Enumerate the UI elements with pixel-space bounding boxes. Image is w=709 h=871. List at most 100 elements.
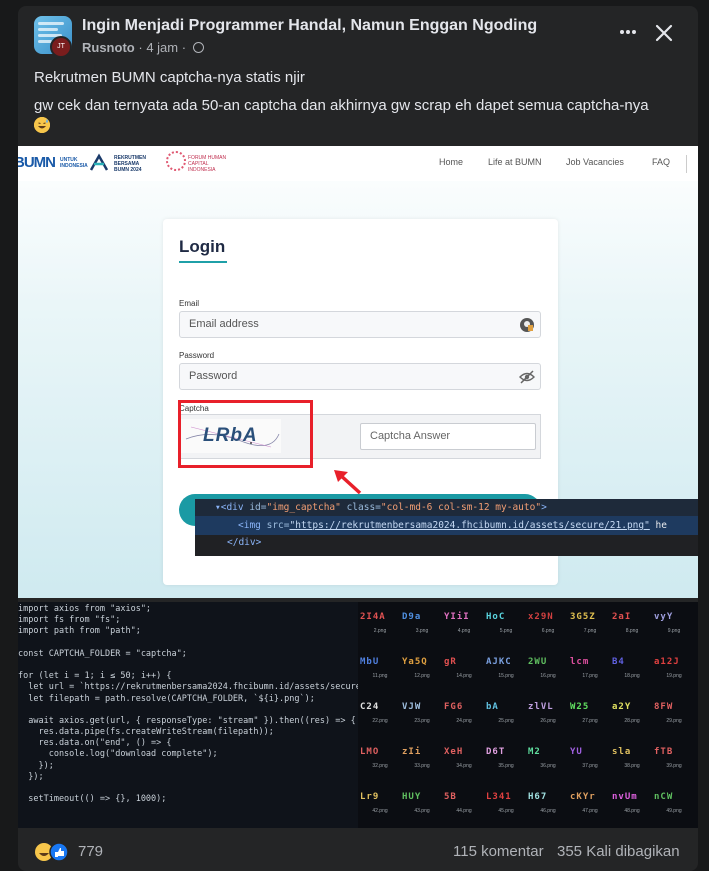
captcha-thumbnail[interactable]: VJW 23.png [402, 694, 444, 739]
code-line: import axios from "axios"; [18, 604, 152, 614]
devtools-inspector: ▾<div id="img_captcha" class="col-md-6 c… [195, 499, 698, 556]
captcha-thumbnail[interactable]: vyY 9.png [654, 604, 696, 649]
captcha-thumbnail[interactable]: C24 22.png [360, 694, 402, 739]
reaction-count[interactable]: 779 [78, 843, 103, 860]
dt-src-link[interactable]: "https://rekrutmenbersama2024.fhcibumn.i… [290, 520, 650, 531]
captcha-thumbnail[interactable]: XeH 34.png [444, 739, 486, 784]
email-field[interactable]: Email address [179, 311, 541, 338]
captcha-thumbnail[interactable]: a12J 19.png [654, 649, 696, 694]
captcha-thumbnail[interactable]: D9a 3.png [402, 604, 444, 649]
captcha-thumbnail-text: 3G5Z [570, 612, 596, 622]
captcha-thumbnail[interactable]: x29N 6.png [528, 604, 570, 649]
captcha-thumbnail[interactable]: bA 25.png [486, 694, 528, 739]
bumn-logo-sub: UNTUK INDONESIA [60, 157, 88, 169]
eye-slash-icon[interactable] [519, 369, 535, 385]
nav-life-at-bumn[interactable]: Life at BUMN [488, 157, 542, 167]
captcha-thumbnail[interactable]: W25 27.png [570, 694, 612, 739]
captcha-thumbnail-text: sla [612, 747, 632, 757]
captcha-thumbnail[interactable]: AJKC 15.png [486, 649, 528, 694]
devtools-line1: ▾<div id="img_captcha" class="col-md-6 c… [195, 499, 698, 516]
captcha-thumbnail[interactable]: fTB 39.png [654, 739, 696, 784]
captcha-answer-input[interactable]: Captcha Answer [360, 423, 536, 450]
captcha-thumbnail[interactable]: B4 18.png [612, 649, 654, 694]
group-name[interactable]: Ingin Menjadi Programmer Handal, Namun E… [82, 17, 537, 35]
password-field[interactable]: Password [179, 363, 541, 390]
captcha-filename: 26.png [540, 718, 556, 724]
captcha-filename: 2.png [373, 628, 387, 634]
nav-faq[interactable]: FAQ [652, 157, 670, 167]
captcha-thumbnail[interactable]: D6T 35.png [486, 739, 528, 784]
captcha-thumbnail[interactable]: 8FW 29.png [654, 694, 696, 739]
captcha-thumbnail[interactable]: 2aI 8.png [612, 604, 654, 649]
captcha-thumbnail-text: 2I4A [360, 612, 386, 622]
captcha-thumbnail[interactable]: Ya5Q 12.png [402, 649, 444, 694]
close-icon[interactable] [654, 23, 674, 43]
devtools-line3: </div> [195, 535, 698, 551]
captcha-thumbnail-text: C24 [360, 702, 380, 712]
author-avatar[interactable]: JT [50, 36, 72, 58]
captcha-thumbnail-text: a2Y [612, 702, 632, 712]
captcha-thumbnail-text: YIiI [444, 612, 470, 622]
captcha-filename: 6.png [541, 628, 555, 634]
captcha-thumbnail[interactable]: 5B 44.png [444, 784, 486, 828]
captcha-filename: 23.png [414, 718, 430, 724]
captcha-thumbnail[interactable]: 2I4A 2.png [360, 604, 402, 649]
reactions-icons[interactable] [34, 842, 72, 862]
captcha-thumbnail[interactable]: Lr9 42.png [360, 784, 402, 828]
captcha-filename: 43.png [414, 808, 430, 814]
dt-img-open: <img [238, 520, 267, 531]
email-label: Email [179, 299, 200, 308]
nav-home[interactable]: Home [439, 157, 463, 167]
author-name[interactable]: Rusnoto [82, 40, 135, 55]
captcha-thumbnail[interactable]: YIiI 4.png [444, 604, 486, 649]
captcha-filename: 14.png [456, 673, 472, 679]
meta-separator: · [138, 40, 143, 55]
captcha-thumbnail[interactable]: 3G5Z 7.png [570, 604, 612, 649]
captcha-thumbnail-text: L341 [486, 792, 512, 802]
dt-val-id: "img_captcha" [266, 502, 341, 513]
comments-count[interactable]: 115 komentar [453, 843, 544, 860]
captcha-thumbnail[interactable]: a2Y 28.png [612, 694, 654, 739]
nav-job-vacancies[interactable]: Job Vacancies [566, 157, 624, 167]
rekrutmen-logo-icon [89, 153, 109, 171]
captcha-filename: 19.png [666, 673, 682, 679]
more-options-icon[interactable] [618, 22, 638, 42]
captcha-filename: 46.png [540, 808, 556, 814]
captcha-thumbnail[interactable]: MbU 11.png [360, 649, 402, 694]
captcha-thumbnail-text: H67 [528, 792, 548, 802]
captcha-thumbnail-text: FG6 [444, 702, 464, 712]
captcha-thumbnail[interactable]: HoC 5.png [486, 604, 528, 649]
code-line: res.data.pipe(fs.createWriteStream(filep… [18, 727, 274, 738]
captcha-thumbnail[interactable]: YU 37.png [570, 739, 612, 784]
shares-count[interactable]: 355 Kali dibagikan [557, 843, 680, 860]
captcha-thumbnail[interactable]: nvUm 48.png [612, 784, 654, 828]
captcha-thumbnail-text: HUY [402, 792, 422, 802]
password-manager-icon[interactable] [519, 317, 535, 333]
captcha-thumbnail[interactable]: M2 36.png [528, 739, 570, 784]
post-header: JT Ingin Menjadi Programmer Handal, Namu… [18, 6, 698, 66]
captcha-thumbnail[interactable]: LMO 32.png [360, 739, 402, 784]
code-line: console.log("download complete"); [18, 749, 218, 760]
captcha-thumbnail-text: YU [570, 747, 583, 757]
captcha-thumbnail[interactable]: cKYr 47.png [570, 784, 612, 828]
captcha-thumbnail[interactable]: L341 45.png [486, 784, 528, 828]
post-time[interactable]: 4 jam [146, 40, 178, 55]
captcha-thumbnail[interactable]: FG6 24.png [444, 694, 486, 739]
red-arrow-icon [334, 470, 362, 495]
screenshot-code-and-captchas[interactable]: import axios from "axios"; import fs from… [18, 602, 698, 828]
captcha-thumbnail[interactable]: sla 38.png [612, 739, 654, 784]
captcha-thumbnail-text: 2WU [528, 657, 548, 667]
dt-val-class: "col-md-6 col-sm-12 my-auto" [380, 502, 542, 513]
captcha-thumbnail[interactable]: H67 46.png [528, 784, 570, 828]
captcha-thumbnail[interactable]: 2WU 16.png [528, 649, 570, 694]
captcha-thumbnail[interactable]: lcm 17.png [570, 649, 612, 694]
captcha-thumbnail[interactable]: gR 14.png [444, 649, 486, 694]
captcha-thumbnail[interactable]: zIi 33.png [402, 739, 444, 784]
captcha-thumbnail[interactable]: nCW 49.png [654, 784, 696, 828]
captcha-thumbnail[interactable]: HUY 43.png [402, 784, 444, 828]
captcha-filename: 4.png [457, 628, 471, 634]
captcha-filename: 38.png [624, 763, 640, 769]
code-line: for (let i = 1; i ≤ 50; i++) { [18, 671, 172, 682]
captcha-thumbnail[interactable]: zlVL 26.png [528, 694, 570, 739]
